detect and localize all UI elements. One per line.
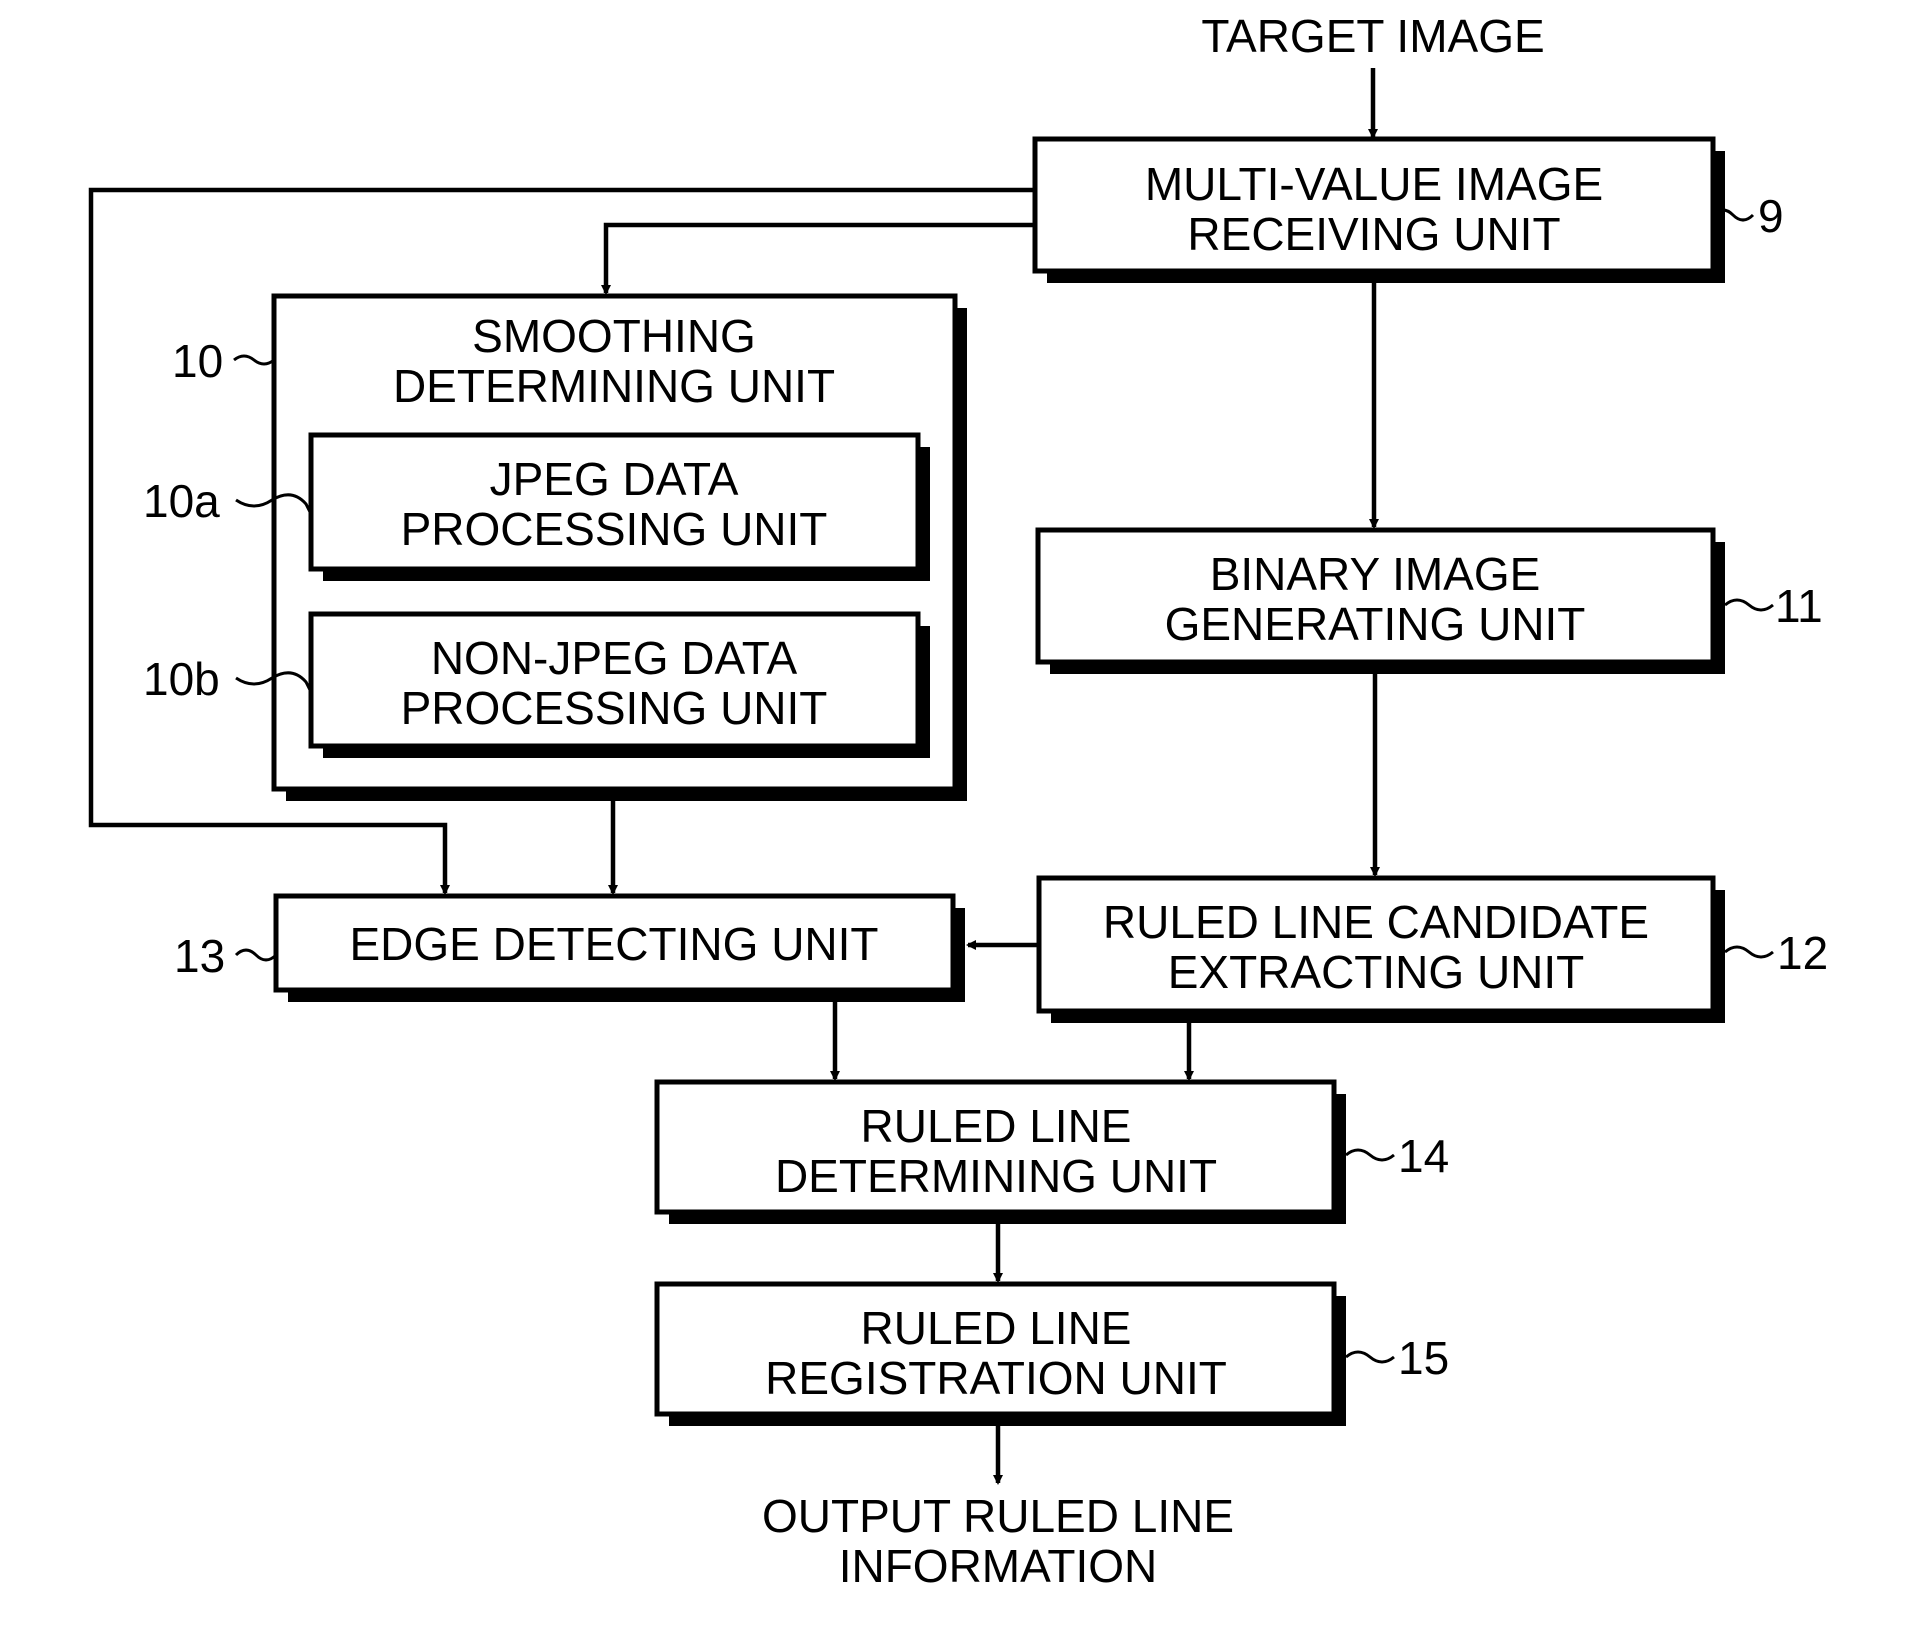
smoothing-label-line2: DETERMINING UNIT	[393, 360, 835, 412]
registration-label-line2: REGISTRATION UNIT	[765, 1352, 1227, 1404]
binary-image-generating-unit: BINARY IMAGE GENERATING UNIT 11	[1035, 527, 1823, 674]
binary-label-line1: BINARY IMAGE	[1210, 548, 1541, 600]
determining-label-line1: RULED LINE	[861, 1100, 1132, 1152]
binary-label-line2: GENERATING UNIT	[1165, 598, 1586, 650]
registration-label-line1: RULED LINE	[861, 1302, 1132, 1354]
edge-label: EDGE DETECTING UNIT	[349, 918, 878, 970]
ref-10b: 10b	[143, 653, 220, 705]
ruled-line-registration-unit: RULED LINE REGISTRATION UNIT 15	[654, 1281, 1449, 1426]
ref-14: 14	[1398, 1130, 1449, 1182]
ref-10a: 10a	[143, 475, 220, 527]
block-diagram: TARGET IMAGE MULTI-VALUE IMAGE RECEIVING…	[88, 10, 1828, 1592]
smoothing-label-line1: SMOOTHING	[472, 310, 756, 362]
ref-leader-14	[1345, 1148, 1395, 1162]
ref-leader-10	[233, 354, 275, 366]
multi-value-label-line1: MULTI-VALUE IMAGE	[1145, 158, 1603, 210]
determining-label-line2: DETERMINING UNIT	[775, 1150, 1217, 1202]
ruled-line-candidate-extracting-unit: RULED LINE CANDIDATE EXTRACTING UNIT 12	[1036, 875, 1828, 1023]
ref-12: 12	[1777, 927, 1828, 979]
ruled-line-determining-unit: RULED LINE DETERMINING UNIT 14	[654, 1079, 1449, 1224]
ref-leader-13	[234, 948, 278, 962]
output-label-line2: INFORMATION	[839, 1540, 1158, 1592]
multi-value-image-receiving-unit: MULTI-VALUE IMAGE RECEIVING UNIT 9	[1032, 136, 1784, 283]
ref-leader-15	[1345, 1350, 1395, 1364]
candidate-label-line1: RULED LINE CANDIDATE	[1103, 896, 1649, 948]
non-jpeg-label-line2: PROCESSING UNIT	[401, 682, 828, 734]
non-jpeg-data-processing-unit: NON-JPEG DATA PROCESSING UNIT 10b	[143, 611, 930, 758]
jpeg-data-processing-unit: JPEG DATA PROCESSING UNIT 10a	[143, 432, 930, 581]
ref-9: 9	[1758, 190, 1784, 242]
input-label: TARGET IMAGE	[1201, 10, 1544, 62]
jpeg-label-line1: JPEG DATA	[490, 453, 739, 505]
ref-13: 13	[174, 930, 225, 982]
ref-15: 15	[1398, 1332, 1449, 1384]
non-jpeg-label-line1: NON-JPEG DATA	[431, 632, 798, 684]
jpeg-label-line2: PROCESSING UNIT	[401, 503, 828, 555]
ref-10: 10	[172, 335, 223, 387]
multi-value-label-line2: RECEIVING UNIT	[1187, 208, 1560, 260]
output-label-line1: OUTPUT RULED LINE	[762, 1490, 1234, 1542]
ref-leader-11	[1724, 598, 1774, 612]
ref-11: 11	[1775, 580, 1823, 632]
wire-multi-to-smoothing	[601, 222, 1035, 295]
edge-detecting-unit: EDGE DETECTING UNIT 13	[174, 893, 965, 1002]
ref-leader-12	[1724, 945, 1774, 959]
candidate-label-line2: EXTRACTING UNIT	[1168, 946, 1585, 998]
